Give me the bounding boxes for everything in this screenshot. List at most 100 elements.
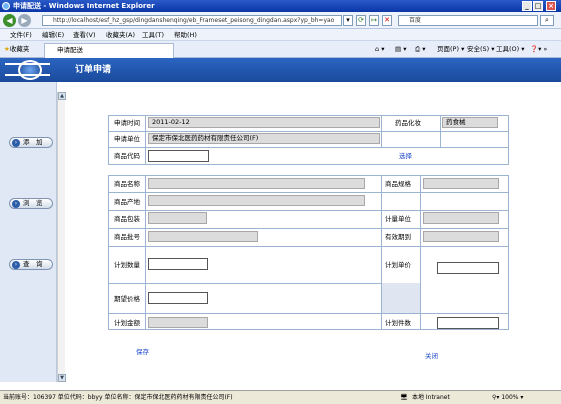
search-input[interactable]: 百度 [398, 15, 538, 26]
stop-icon[interactable]: ✕ [382, 15, 392, 26]
measure-unit-label: 计量单位 [385, 215, 411, 223]
print-icon[interactable]: ⎙ ▾ [415, 41, 426, 58]
row-divider [108, 283, 383, 284]
menu-edit[interactable]: 编辑(E) [42, 29, 64, 41]
plan-amount-field [148, 317, 208, 328]
plan-amount-label: 计划金额 [114, 319, 140, 327]
origin-field [148, 195, 365, 206]
expect-price-input[interactable] [148, 292, 208, 304]
origin-label: 商品产地 [114, 198, 140, 206]
tools-menu[interactable]: 工具(O) ▾ [496, 41, 525, 58]
add-button[interactable]: › 添 加 [9, 137, 53, 148]
arrow-right-icon: › [12, 200, 20, 208]
save-link[interactable]: 保存 [136, 347, 149, 357]
zone-icon: 🖥 [400, 394, 408, 401]
refresh-icon[interactable]: ⟳ [356, 15, 366, 26]
row-divider [108, 246, 509, 247]
window-title: 申请配送 - Windows Internet Explorer [13, 2, 155, 10]
apply-unit-label: 申请单位 [114, 135, 140, 143]
row-divider [108, 192, 509, 193]
select-link[interactable]: 选择 [399, 151, 412, 161]
address-dropdown-icon[interactable]: ▾ [343, 15, 353, 26]
search-icon[interactable]: ⌕ [540, 15, 554, 26]
apply-time-label: 申请时间 [114, 119, 140, 127]
spec-label: 商品规格 [385, 180, 411, 188]
batch-label: 商品批号 [114, 233, 140, 241]
menu-file[interactable]: 文件(F) [10, 29, 32, 41]
page-menu[interactable]: 页面(P) ▾ [437, 41, 464, 58]
zone-label: 本地 Intranet [412, 394, 450, 401]
home-icon[interactable]: ⌂ ▾ [375, 41, 384, 58]
apply-unit-field: 保定市保北医药药材有限责任公司(F) [148, 133, 380, 144]
address-toolbar: ◀ ▶ http://localhost/esf_hz_gsp/dingdans… [0, 12, 561, 29]
status-text: 当前账号：106397 单位代码：bbyy 单位名称：保定市保北医药药材有限责任… [3, 394, 233, 401]
measure-unit-field [423, 212, 499, 224]
help-icon[interactable]: ❓▾ » [530, 41, 547, 58]
status-bar: 当前账号：106397 单位代码：bbyy 单位名称：保定市保北医药药材有限责任… [0, 390, 561, 404]
category-field: 药食械 [442, 117, 498, 128]
empty-cell [382, 283, 420, 313]
page-title: 订单申请 [75, 65, 112, 75]
logo-stripe [5, 63, 50, 65]
row-divider [108, 313, 509, 314]
pack-label: 商品包装 [114, 215, 140, 223]
tab-bar: ★收藏夹 申请配送 ⌂ ▾ ▤ ▾ ⎙ ▾ 页面(P) ▾ 安全(S) ▾ 工具… [0, 41, 561, 58]
safety-menu[interactable]: 安全(S) ▾ [467, 41, 495, 58]
apply-time-field: 2011-02-12 [148, 117, 380, 128]
col-divider [145, 115, 146, 165]
menu-bar: 文件(F) 编辑(E) 查看(V) 收藏夹(A) 工具(T) 帮助(H) [0, 29, 561, 41]
sidebar [0, 82, 57, 382]
plan-pieces-input[interactable] [437, 317, 499, 329]
row-divider [108, 131, 509, 132]
col-divider [440, 115, 441, 147]
vertical-scrollbar[interactable]: ▲ ▼ [57, 92, 66, 382]
expiry-label: 有效期到 [385, 233, 411, 241]
plan-price-label: 计划单价 [385, 261, 411, 269]
pack-field [148, 212, 207, 224]
scroll-up-icon[interactable]: ▲ [58, 92, 66, 100]
scroll-down-icon[interactable]: ▼ [58, 374, 66, 382]
back-icon[interactable]: ◀ [3, 14, 16, 27]
category-label: 药品化妆 [395, 119, 421, 127]
close-link[interactable]: 关闭 [425, 351, 438, 361]
logo-stripe [5, 74, 50, 76]
plan-qty-input[interactable] [148, 258, 208, 270]
code-input[interactable] [148, 150, 209, 162]
minimize-button[interactable]: _ [522, 1, 532, 11]
go-icon[interactable]: ↦ [369, 15, 379, 26]
menu-view[interactable]: 查看(V) [73, 29, 96, 41]
col-divider [145, 175, 146, 330]
maximize-button[interactable]: □ [533, 1, 543, 11]
batch-field [148, 231, 258, 242]
row-divider [108, 147, 509, 148]
expect-price-label: 期望价格 [114, 295, 140, 303]
code-label: 商品代码 [114, 152, 140, 160]
query-button[interactable]: › 查 询 [9, 259, 53, 270]
plan-qty-label: 计划数量 [114, 261, 140, 269]
window-title-bar: 申请配送 - Windows Internet Explorer _ □ × [0, 0, 561, 12]
plan-pieces-label: 计划件数 [385, 319, 411, 327]
expiry-field [423, 231, 499, 242]
arrow-right-icon: › [12, 139, 20, 147]
ie-logo-icon [2, 2, 10, 10]
close-window-button[interactable]: × [546, 1, 556, 11]
arrow-right-icon: › [12, 261, 20, 269]
col-divider [420, 175, 421, 330]
menu-help[interactable]: 帮助(H) [174, 29, 197, 41]
menu-favorites[interactable]: 收藏夹(A) [106, 29, 135, 41]
row-divider [108, 228, 509, 229]
forward-icon[interactable]: ▶ [18, 14, 31, 27]
name-label: 商品名称 [114, 180, 140, 188]
name-field [148, 178, 365, 189]
plan-price-input[interactable] [437, 262, 499, 274]
col-divider [381, 115, 382, 147]
tab-current[interactable]: 申请配送 [44, 43, 174, 58]
favorites-button[interactable]: ★收藏夹 [4, 41, 29, 58]
row-divider [108, 210, 509, 211]
address-input[interactable]: http://localhost/esf_hz_gsp/dingdanshenq… [42, 15, 342, 26]
zoom-control[interactable]: ⚲▾ 100% ▾ [492, 391, 523, 404]
menu-tools[interactable]: 工具(T) [142, 29, 164, 41]
feeds-icon[interactable]: ▤ ▾ [395, 41, 406, 58]
browse-button[interactable]: › 浏 览 [9, 198, 53, 209]
spec-field [423, 178, 499, 189]
